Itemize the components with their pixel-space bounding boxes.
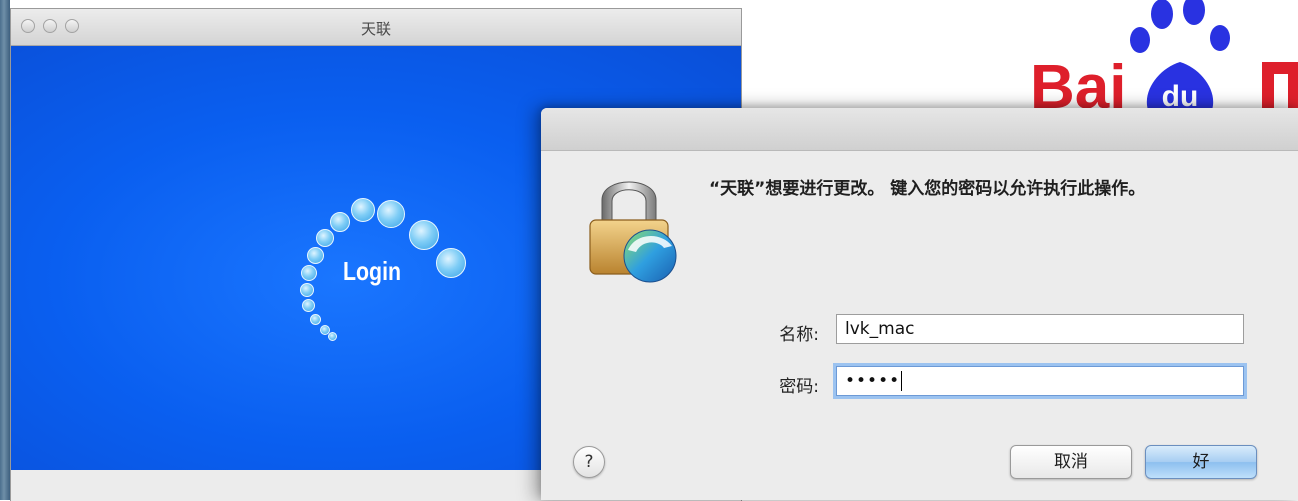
- window-title: 天联: [360, 20, 391, 38]
- login-splash-text: Login: [343, 256, 402, 286]
- name-value: lvk_mac: [845, 319, 915, 339]
- password-value: •••••: [845, 371, 901, 391]
- name-label: 名称:: [779, 325, 819, 345]
- text-caret: [901, 371, 903, 391]
- cancel-button[interactable]: 取消: [1010, 445, 1132, 479]
- dialog-header: [541, 108, 1298, 151]
- authentication-dialog: “天联”想要进行更改。 键入您的密码以允许执行此操作。 名称: lvk_mac …: [541, 108, 1298, 500]
- password-field[interactable]: •••••: [836, 366, 1244, 396]
- desktop-background: [0, 0, 10, 500]
- help-button[interactable]: ?: [573, 446, 605, 478]
- window-titlebar: 天联: [11, 9, 741, 46]
- name-field[interactable]: lvk_mac: [836, 314, 1244, 344]
- dialog-message: “天联”想要进行更改。 键入您的密码以允许执行此操作。: [709, 179, 1146, 199]
- ok-button[interactable]: 好: [1145, 445, 1257, 479]
- baidu-logo-icon: du Bai: [1030, 0, 1298, 112]
- padlock-icon: [589, 181, 677, 283]
- svg-text:Bai: Bai: [1030, 53, 1126, 112]
- password-label: 密码:: [779, 377, 819, 397]
